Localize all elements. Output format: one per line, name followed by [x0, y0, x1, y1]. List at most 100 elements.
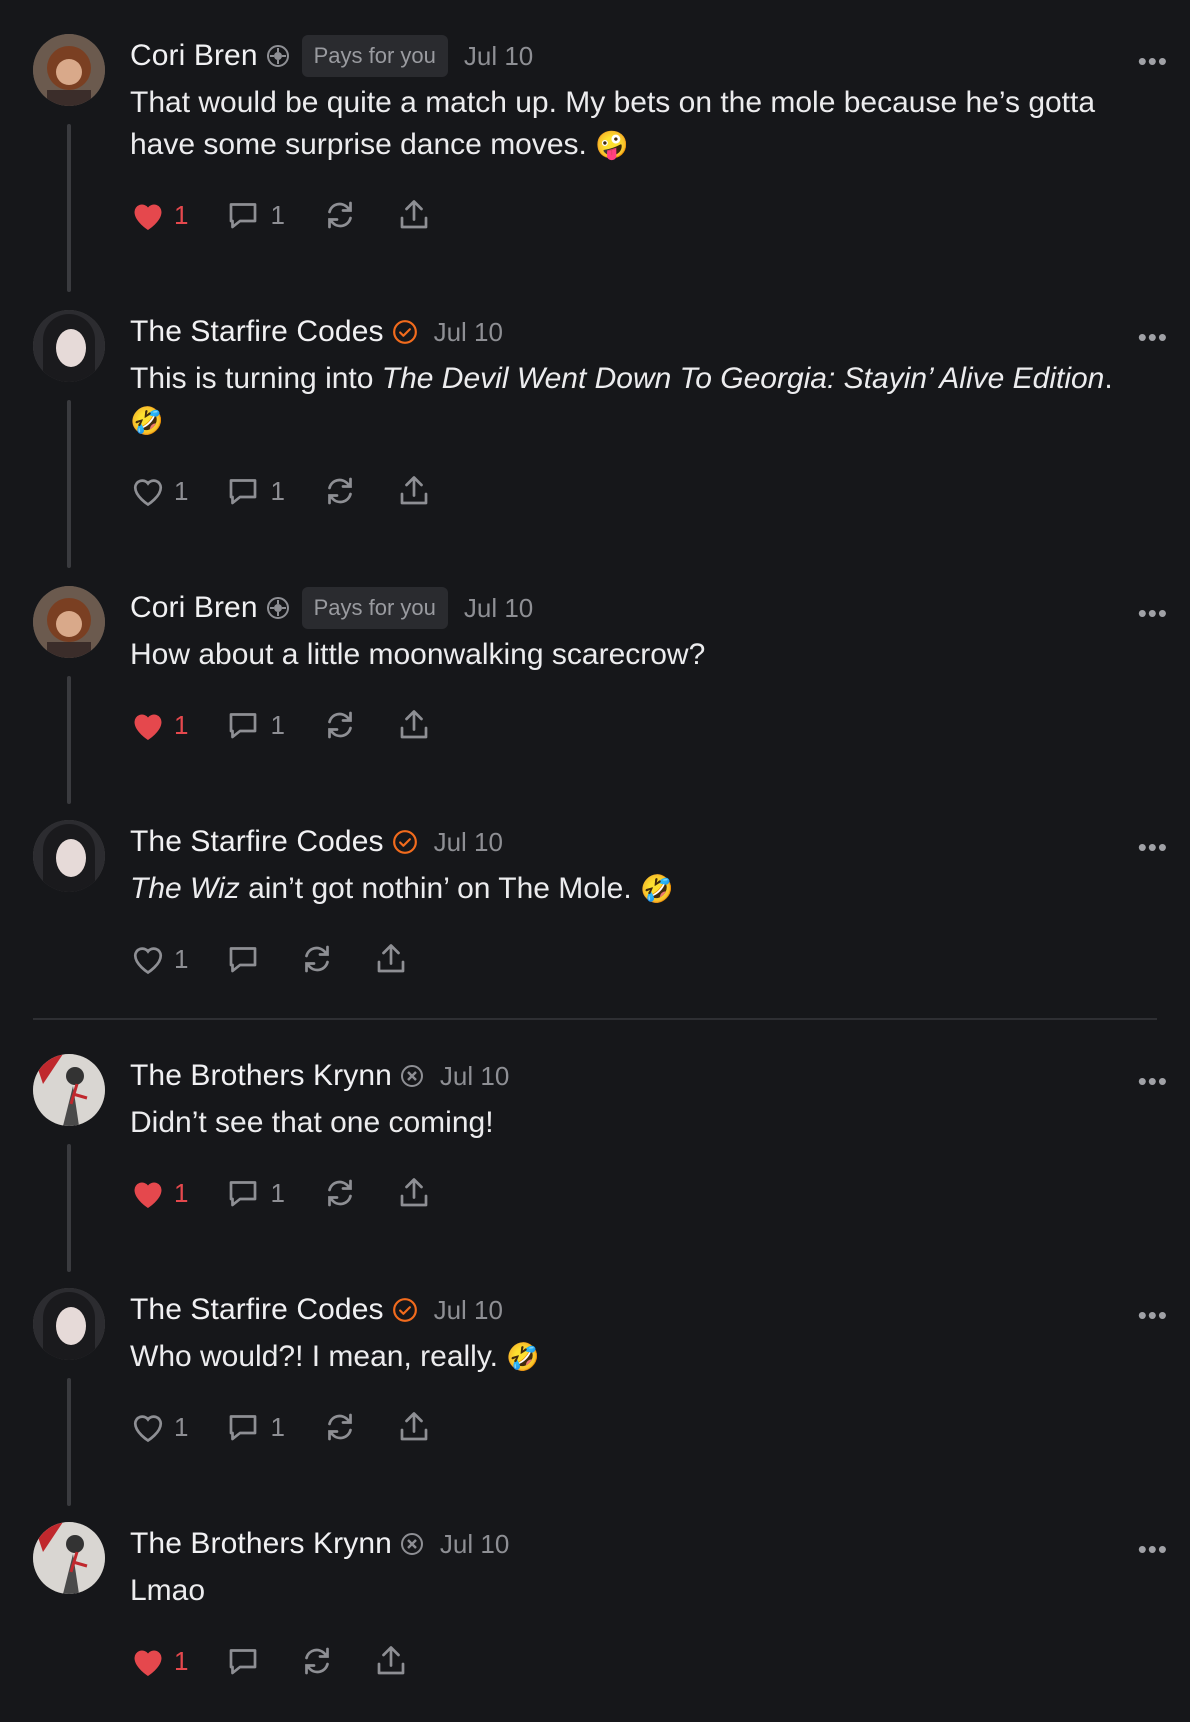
comment: The Brothers Krynn Jul 10 ••• Lmao 1: [0, 1488, 1190, 1722]
share-icon: [400, 200, 428, 229]
more-icon[interactable]: •••: [1138, 832, 1168, 863]
avatar-cori-bren[interactable]: [33, 34, 105, 106]
author-name[interactable]: The Starfire Codes: [130, 825, 384, 859]
like-button[interactable]: 1: [130, 1176, 188, 1210]
comment-actions: 1: [130, 924, 1150, 994]
comment-date[interactable]: Jul 10: [434, 317, 503, 348]
like-button[interactable]: 1: [130, 1644, 188, 1678]
reply-button[interactable]: 1: [224, 707, 285, 743]
heart-icon: [134, 1650, 162, 1676]
more-icon[interactable]: •••: [1138, 1534, 1168, 1565]
avatar-the-starfire-codes[interactable]: [33, 310, 105, 382]
author-name[interactable]: The Brothers Krynn: [130, 1527, 392, 1561]
reply-button[interactable]: [224, 941, 262, 977]
comment-date[interactable]: Jul 10: [440, 1529, 509, 1560]
pays-for-you-badge: Pays for you: [301, 35, 448, 77]
avatar-the-starfire-codes[interactable]: [33, 820, 105, 892]
like-button[interactable]: 1: [130, 1410, 188, 1444]
more-icon[interactable]: •••: [1138, 598, 1168, 629]
restack-button[interactable]: [298, 941, 336, 977]
thread-line: [67, 676, 71, 804]
restack-icon: [328, 711, 352, 739]
thread-line: [67, 400, 71, 568]
like-button[interactable]: 1: [130, 198, 188, 232]
author-name[interactable]: The Starfire Codes: [130, 315, 384, 349]
comment-header: The Brothers Krynn Jul 10: [130, 1488, 1150, 1562]
zany-face-emoji: 🤪: [595, 130, 629, 160]
reply-button[interactable]: 1: [224, 1409, 285, 1445]
restack-icon: [328, 201, 352, 229]
like-count: 1: [174, 199, 189, 230]
comment-header: Cori Bren Pays for you Jul 10: [130, 0, 1150, 77]
like-button[interactable]: 1: [130, 708, 188, 742]
more-icon[interactable]: •••: [1138, 1300, 1168, 1331]
comment-text: How about a little moonwalking scarecrow…: [130, 638, 706, 671]
reply-button[interactable]: 1: [224, 197, 285, 233]
comment: Cori Bren Pays for you Jul 10 ••• That w…: [0, 0, 1190, 292]
share-button[interactable]: [372, 1643, 410, 1679]
comment-actions: 1 1: [130, 1158, 1150, 1228]
share-button[interactable]: [395, 473, 433, 509]
like-button[interactable]: 1: [130, 942, 188, 976]
heart-icon: [134, 204, 162, 230]
comment-date[interactable]: Jul 10: [464, 593, 533, 624]
restack-button[interactable]: [321, 473, 359, 509]
author-name[interactable]: Cori Bren: [130, 39, 258, 73]
comment-date[interactable]: Jul 10: [434, 1295, 503, 1326]
heart-icon: [133, 479, 163, 507]
author-name[interactable]: Cori Bren: [130, 591, 258, 625]
more-icon[interactable]: •••: [1138, 46, 1168, 77]
comment-actions: 1 1: [130, 1392, 1150, 1462]
share-icon: [378, 944, 405, 973]
restack-icon: [328, 1413, 352, 1441]
like-count: 1: [174, 475, 189, 506]
restack-button[interactable]: [298, 1643, 336, 1679]
more-icon[interactable]: •••: [1138, 322, 1168, 353]
avatar-the-starfire-codes[interactable]: [33, 1288, 105, 1360]
heart-icon: [134, 1182, 162, 1208]
comment-actions: 1: [130, 1626, 1150, 1696]
avatar-cori-bren[interactable]: [33, 586, 105, 658]
restack-icon: [328, 477, 352, 505]
share-button[interactable]: [395, 1409, 433, 1445]
share-icon: [400, 710, 428, 739]
reply-count: 1: [270, 1177, 285, 1208]
heart-icon: [133, 1415, 163, 1443]
avatar-the-brothers-krynn[interactable]: [33, 1054, 105, 1126]
restack-button[interactable]: [321, 1409, 359, 1445]
comment-text: That would be quite a match up. My bets …: [130, 86, 1096, 161]
comment-text: Who would?! I mean, really. 🤣: [130, 1340, 540, 1373]
avatar-the-brothers-krynn[interactable]: [33, 1522, 105, 1594]
restack-button[interactable]: [321, 707, 359, 743]
reply-count: 1: [270, 709, 285, 740]
share-button[interactable]: [395, 197, 433, 233]
comment-icon: [230, 1649, 257, 1675]
reply-button[interactable]: 1: [224, 473, 285, 509]
reply-count: 1: [270, 1411, 285, 1442]
comment-icon: [230, 713, 257, 739]
rofl-emoji: 🤣: [130, 406, 164, 436]
author-name[interactable]: The Brothers Krynn: [130, 1059, 392, 1093]
share-button[interactable]: [372, 941, 410, 977]
reply-button[interactable]: 1: [224, 1175, 285, 1211]
comment-header: The Starfire Codes Jul 10: [130, 1254, 1150, 1328]
reply-button[interactable]: [224, 1643, 262, 1679]
restack-button[interactable]: [321, 1175, 359, 1211]
author-name[interactable]: The Starfire Codes: [130, 1293, 384, 1327]
like-button[interactable]: 1: [130, 474, 188, 508]
comment-actions: 1 1: [130, 690, 1150, 760]
restack-button[interactable]: [321, 197, 359, 233]
comment-date[interactable]: Jul 10: [440, 1061, 509, 1092]
share-button[interactable]: [395, 707, 433, 743]
comment-date[interactable]: Jul 10: [464, 41, 533, 72]
comment-date[interactable]: Jul 10: [434, 827, 503, 858]
more-icon[interactable]: •••: [1138, 1066, 1168, 1097]
share-icon: [400, 476, 428, 505]
comment-text: Didn’t see that one coming!: [130, 1106, 494, 1139]
comment-header: The Starfire Codes Jul 10: [130, 786, 1150, 860]
pays-for-you-badge: Pays for you: [301, 587, 448, 629]
heart-icon: [134, 714, 162, 740]
comment-icon: [230, 203, 257, 229]
share-icon: [400, 1412, 428, 1441]
share-button[interactable]: [395, 1175, 433, 1211]
